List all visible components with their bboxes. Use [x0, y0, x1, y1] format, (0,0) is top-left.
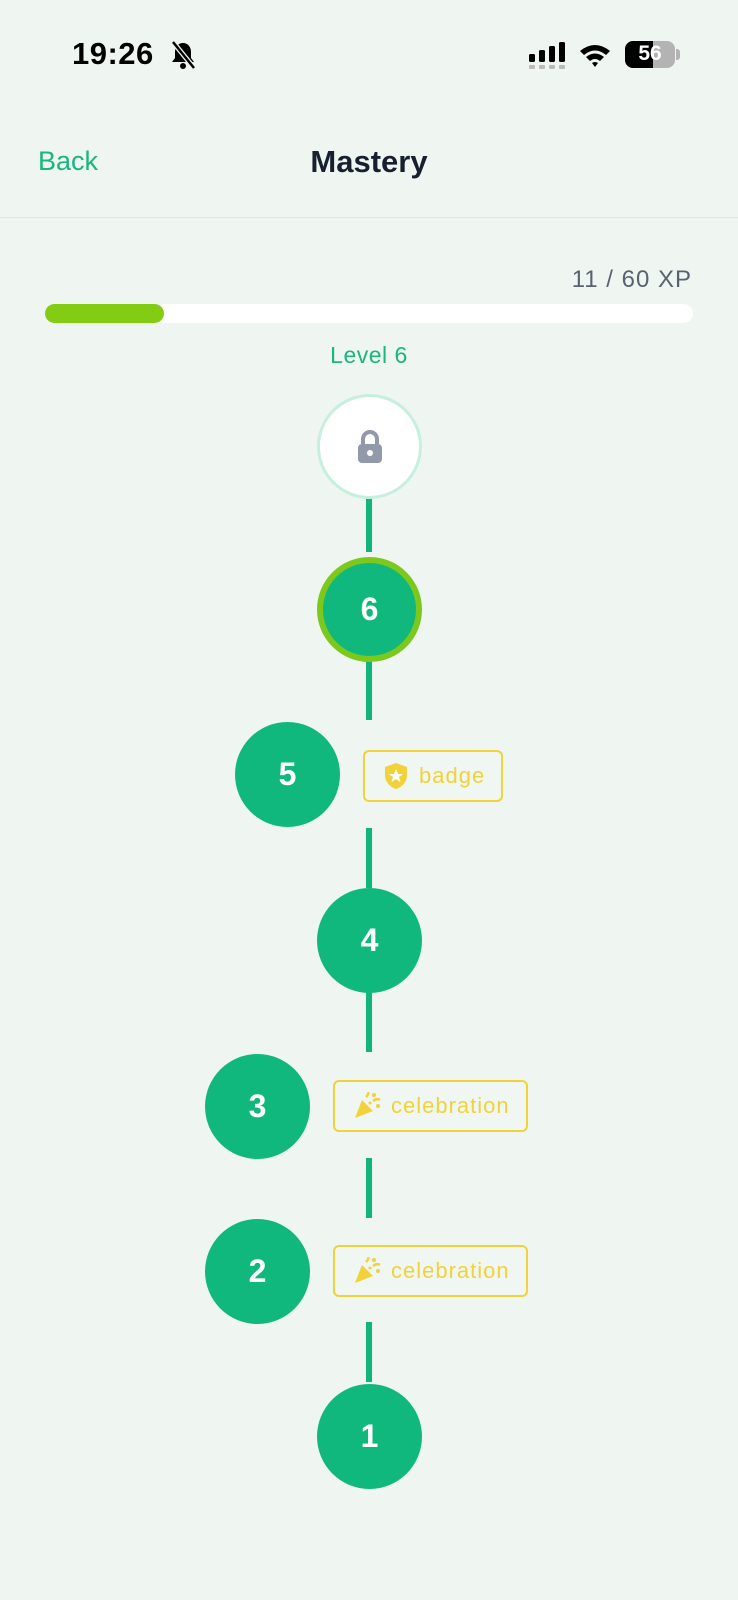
reward-label: celebration [391, 1093, 510, 1118]
level-number: 1 [360, 1418, 379, 1454]
xp-progress-bar [45, 304, 693, 323]
xp-progress-fill [45, 304, 164, 323]
level-node-3[interactable]: 3 [205, 1054, 310, 1159]
status-bar: 19:26 56 [0, 0, 738, 110]
current-level-label: Level 6 [330, 342, 408, 368]
xp-progress-text: 11 / 60 XP [571, 266, 692, 293]
party-popper-icon [355, 1257, 381, 1283]
path-connector [366, 1322, 372, 1382]
reward-label: celebration [391, 1258, 510, 1283]
level-number: 2 [248, 1253, 267, 1289]
reward-celebration[interactable]: celebration [333, 1080, 528, 1132]
reward-celebration[interactable]: celebration [333, 1245, 528, 1297]
party-popper-icon [355, 1092, 381, 1118]
level-node-4[interactable]: 4 [317, 888, 422, 993]
bell-muted-icon [171, 40, 196, 70]
level-node-2[interactable]: 2 [205, 1219, 310, 1324]
level-node-6[interactable]: 6 [317, 557, 422, 662]
level-node-locked[interactable] [317, 394, 422, 499]
lock-icon [357, 429, 382, 463]
path-connector [366, 992, 372, 1052]
path-connector [366, 828, 372, 888]
wifi-icon [580, 45, 610, 67]
level-number: 6 [360, 591, 379, 627]
page-title: Mastery [310, 144, 428, 179]
level-node-1[interactable]: 1 [317, 1384, 422, 1489]
battery-level: 56 [638, 42, 662, 65]
path-connector [366, 1158, 372, 1218]
battery-indicator: 56 [625, 41, 675, 68]
level-number: 3 [248, 1088, 267, 1124]
navigation-bar: Back Mastery [0, 110, 738, 218]
path-connector [366, 660, 372, 720]
level-node-5[interactable]: 5 [235, 722, 340, 827]
battery-tip [676, 49, 680, 60]
reward-label: badge [419, 763, 486, 788]
cellular-signal-icon [529, 42, 565, 69]
status-time: 19:26 [72, 36, 154, 71]
shield-star-icon [385, 763, 407, 789]
level-number: 4 [360, 922, 379, 958]
level-number: 5 [278, 756, 297, 792]
reward-badge[interactable]: badge [363, 750, 504, 802]
